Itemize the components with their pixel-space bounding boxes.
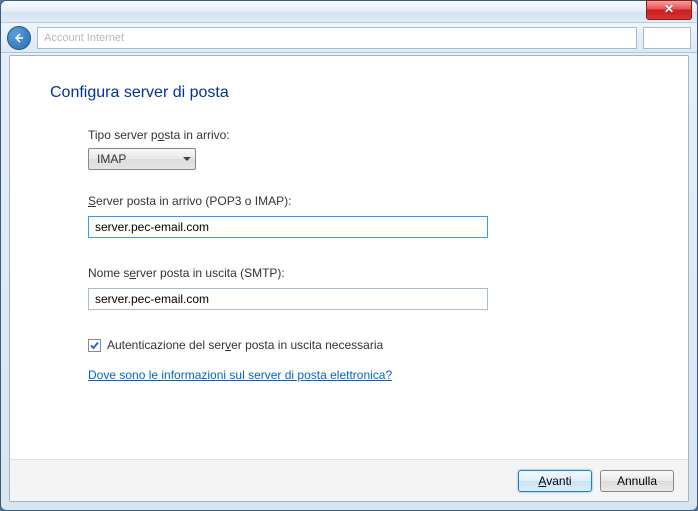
cancel-button[interactable]: Annulla [600,470,674,492]
auth-checkbox-row: Autenticazione del server posta in uscit… [88,338,530,352]
back-button[interactable] [7,26,31,50]
close-button[interactable]: ✕ [646,0,692,20]
arrow-left-icon [13,32,25,44]
page-title: Configura server di posta [50,84,648,102]
toolbar: Account Internet [1,23,697,53]
incoming-server-label: Server posta in arrivo (POP3 o IMAP): [88,194,530,208]
content-panel: Configura server di posta Tipo server po… [9,55,689,502]
wizard-content: Configura server di posta Tipo server po… [10,56,688,459]
address-text: Account Internet [44,32,124,44]
outgoing-server-input[interactable] [88,288,488,310]
server-type-value: IMAP [97,152,126,166]
auth-checkbox-label: Autenticazione del server posta in uscit… [107,338,383,352]
server-type-select[interactable]: IMAP [88,148,196,170]
chevron-down-icon [183,157,191,161]
incoming-server-input[interactable] [88,216,488,238]
auth-checkbox[interactable] [88,339,101,352]
form-area: Tipo server posta in arrivo: IMAP Server… [50,128,530,382]
address-bar[interactable]: Account Internet [37,27,637,49]
check-icon [89,340,100,351]
footer: Avanti Annulla [10,459,688,501]
help-link[interactable]: Dove sono le informazioni sul server di … [88,368,392,382]
next-button[interactable]: Avanti [518,470,592,492]
outgoing-server-label: Nome server posta in uscita (SMTP): [88,266,530,280]
wizard-window: ✕ Account Internet Configura server di p… [0,0,698,511]
search-box[interactable] [643,27,691,49]
titlebar: ✕ [1,1,697,23]
server-type-label: Tipo server posta in arrivo: [88,128,530,142]
